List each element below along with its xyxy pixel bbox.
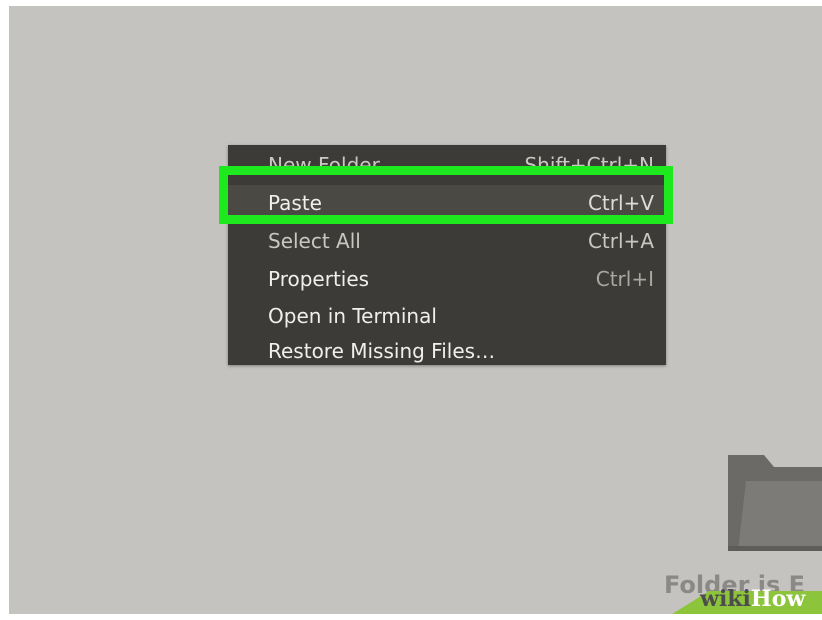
- menu-item-shortcut: Ctrl+V: [587, 191, 654, 215]
- watermark-part-a: wiki: [700, 586, 751, 612]
- menu-item-label: Restore Missing Files…: [268, 339, 496, 363]
- menu-item-shortcut: Ctrl+A: [587, 229, 654, 253]
- menu-item-properties[interactable]: Properties Ctrl+I: [228, 261, 666, 297]
- menu-item-restore-missing-files[interactable]: Restore Missing Files…: [228, 333, 666, 365]
- menu-item-open-in-terminal[interactable]: Open in Terminal: [228, 298, 666, 334]
- desktop-background[interactable]: New Folder Shift+Ctrl+N Paste Ctrl+V Sel…: [9, 6, 822, 614]
- menu-item-label: Select All: [268, 229, 361, 253]
- menu-item-label: New Folder: [268, 153, 380, 177]
- menu-item-shortcut: Shift+Ctrl+N: [524, 153, 654, 177]
- menu-item-shortcut: Ctrl+I: [595, 267, 654, 291]
- menu-item-label: Open in Terminal: [268, 304, 437, 328]
- menu-item-label: Paste: [268, 191, 322, 215]
- context-menu: New Folder Shift+Ctrl+N Paste Ctrl+V Sel…: [228, 145, 666, 365]
- folder-icon[interactable]: [724, 451, 822, 551]
- watermark-logo: wikiHow: [700, 586, 805, 612]
- menu-item-label: Properties: [268, 267, 370, 291]
- menu-item-new-folder[interactable]: New Folder Shift+Ctrl+N: [228, 147, 666, 183]
- watermark-part-b: How: [750, 586, 806, 612]
- menu-item-paste[interactable]: Paste Ctrl+V: [228, 185, 666, 221]
- menu-item-select-all[interactable]: Select All Ctrl+A: [228, 223, 666, 259]
